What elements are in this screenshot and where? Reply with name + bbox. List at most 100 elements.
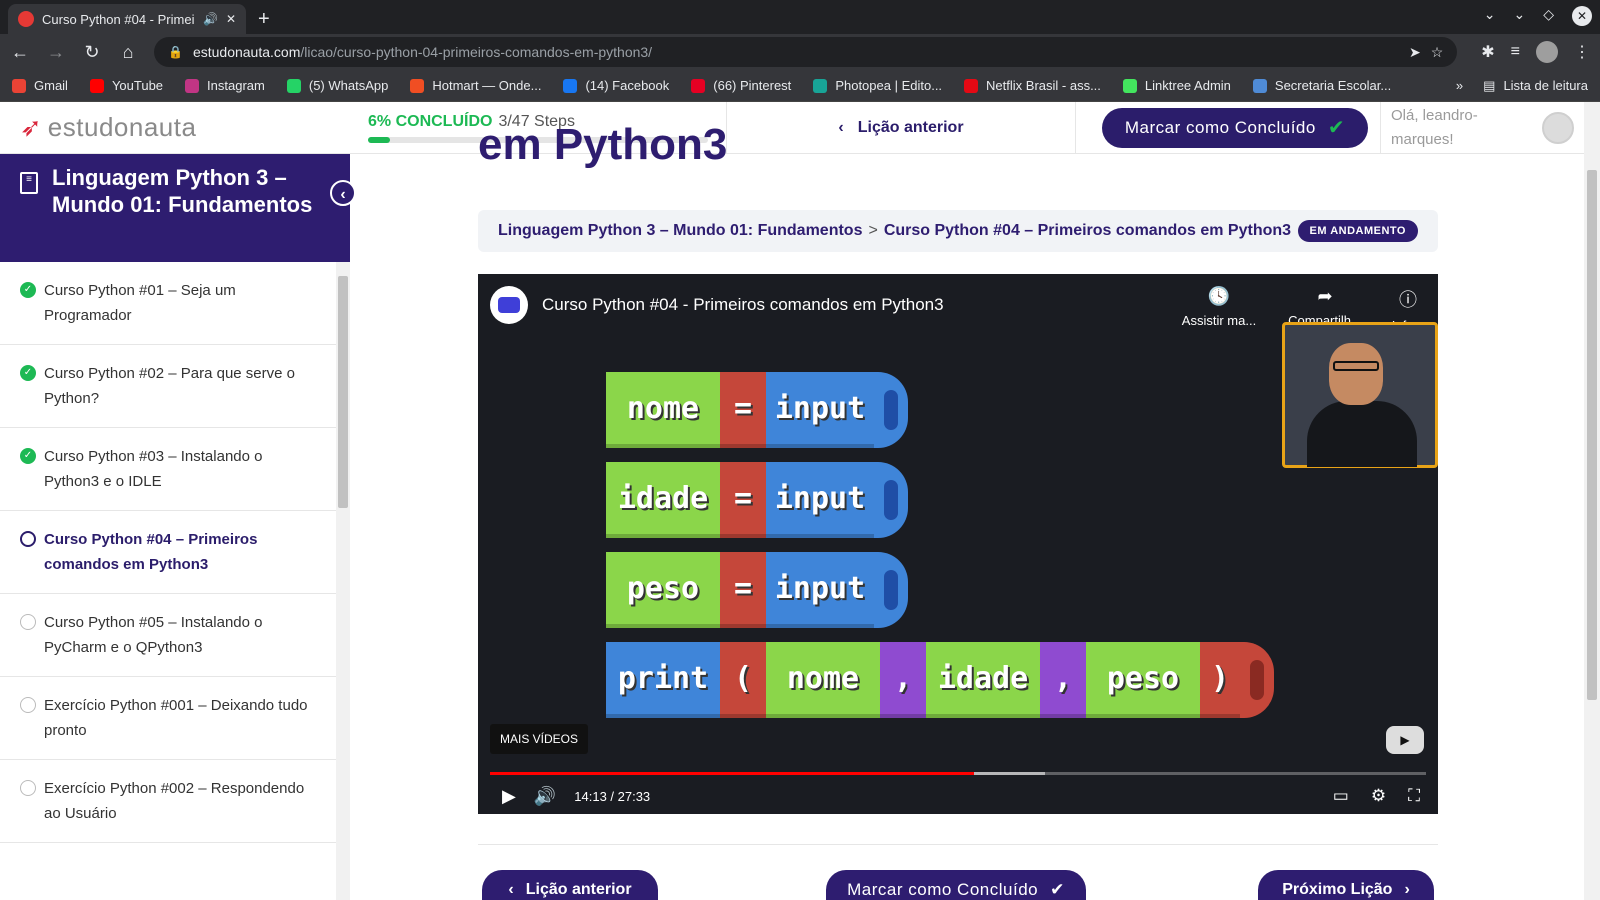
reading-list-button[interactable]: ▤ Lista de leitura (1483, 78, 1588, 94)
bookmark-secretaria[interactable]: Secretaria Escolar... (1252, 78, 1391, 93)
video-progress-bar[interactable] (490, 772, 1426, 775)
whatsapp-icon (286, 78, 301, 93)
divider (478, 844, 1438, 845)
bookmark-gmail[interactable]: Gmail (12, 78, 68, 93)
video-time: 14:13 / 27:33 (574, 788, 651, 804)
page-title: em Python3 (478, 120, 728, 169)
url-domain: estudonauta.com (192, 44, 301, 60)
sidebar-lesson-item[interactable]: Curso Python #05 – Instalando o PyCharm … (0, 594, 336, 677)
browser-chrome: Curso Python #04 - Primeiros comandos em… (0, 0, 1600, 102)
speaker-icon[interactable]: 🔊 (203, 12, 218, 26)
bookmark-hotmart[interactable]: Hotmart — Onde... (410, 78, 541, 93)
bookmark-star-icon[interactable]: ☆ (1431, 44, 1444, 61)
subtitles-icon[interactable]: ▭ (1333, 786, 1349, 806)
bookmark-photopea[interactable]: Photopea | Edito... (813, 78, 942, 93)
lock-icon[interactable]: 🔒 (168, 45, 183, 59)
sidebar-lesson-item[interactable]: Exercício Python #001 – Deixando tudo pr… (0, 677, 336, 760)
close-window-icon[interactable]: ✕ (1572, 6, 1592, 26)
fullscreen-icon[interactable]: ⛶ (1408, 786, 1420, 806)
youtube-logo-icon[interactable]: ▶ (1386, 726, 1424, 754)
block-cap (874, 462, 908, 538)
sidebar-lesson-label: Curso Python #04 – Primeiros comandos em… (44, 531, 258, 573)
site: ➶ estudonauta 6% CONCLUÍDO 3/47 Steps ‹ … (0, 101, 1600, 900)
breadcrumb-lesson-link[interactable]: Curso Python #04 – Primeiros comandos em… (884, 222, 1291, 240)
play-icon[interactable]: ▶ (502, 786, 516, 807)
linktree-icon (1122, 78, 1137, 93)
code-block: ( (720, 642, 766, 718)
url-field[interactable]: 🔒 estudonauta.com/licao/curso-python-04-… (154, 37, 1458, 67)
page-scrollbar[interactable] (1584, 102, 1600, 900)
tab-bar: Curso Python #04 - Primeiros comandos em… (0, 0, 1600, 34)
forward-icon[interactable]: → (46, 42, 66, 63)
breadcrumb: Linguagem Python 3 – Mundo 01: Fundament… (478, 210, 1438, 252)
menu-icon[interactable]: ⋮ (1574, 42, 1590, 62)
user-greeting[interactable]: Olá, leandro-marques! (1380, 101, 1530, 154)
block-cap (874, 552, 908, 628)
bookmark-linktree[interactable]: Linktree Admin (1122, 78, 1231, 93)
extensions-icon[interactable]: ✱ (1481, 42, 1494, 62)
reload-icon[interactable]: ↻ (82, 42, 102, 63)
instagram-icon (185, 78, 200, 93)
sidebar-course-title[interactable]: Linguagem Python 3 – Mundo 01: Fundament… (52, 165, 312, 217)
check-circle-icon: ✓ (20, 365, 36, 381)
code-block-row: idade = input (606, 462, 908, 538)
code-block: idade (606, 462, 720, 538)
bookmark-instagram[interactable]: Instagram (185, 78, 265, 93)
header-mark-complete-button[interactable]: Marcar como Concluído ✔ (1102, 107, 1368, 148)
sidebar-lesson-item[interactable]: Exercício Python #002 – Respondendo ao U… (0, 760, 336, 843)
code-block: , (880, 642, 926, 718)
page-scroll-thumb[interactable] (1587, 170, 1597, 700)
video-title[interactable]: Curso Python #04 - Primeiros comandos em… (542, 295, 944, 315)
video-player[interactable]: Curso Python #04 - Primeiros comandos em… (478, 274, 1438, 814)
code-block: input (766, 552, 874, 628)
sidebar-scroll-thumb[interactable] (338, 276, 348, 508)
code-block: = (720, 462, 766, 538)
tab-search-icon[interactable]: ⌄ (1484, 6, 1496, 26)
site-logo[interactable]: ➶ estudonauta (0, 112, 350, 143)
settings-gear-icon[interactable]: ⚙ (1371, 786, 1386, 806)
bookmark-youtube[interactable]: YouTube (89, 78, 163, 93)
sidebar-lesson-item[interactable]: ✓ Curso Python #02 – Para que serve o Pyt… (0, 345, 336, 428)
sidebar-lesson-item[interactable]: ✓ Curso Python #03 – Instalando o Python3… (0, 428, 336, 511)
user-avatar[interactable] (1542, 111, 1574, 144)
bookmark-pinterest[interactable]: (66) Pinterest (691, 78, 791, 93)
breadcrumb-course-link[interactable]: Linguagem Python 3 – Mundo 01: Fundament… (498, 222, 862, 240)
bottom-prev-lesson-button[interactable]: ‹ Lição anterior (482, 870, 658, 900)
sidebar-scrollbar[interactable] (336, 262, 350, 900)
bookmark-facebook[interactable]: (14) Facebook (563, 78, 669, 93)
back-icon[interactable]: ← (10, 42, 30, 63)
code-block: idade (926, 642, 1040, 718)
more-videos-button[interactable]: MAIS VÍDEOS (490, 724, 589, 754)
code-block: input (766, 462, 874, 538)
url-path: /licao/curso-python-04-primeiros-comando… (300, 44, 653, 60)
profile-avatar[interactable] (1536, 41, 1558, 63)
chevron-right-icon: › (1404, 881, 1410, 898)
bottom-mark-complete-button[interactable]: Marcar como Concluído ✔ (826, 870, 1086, 900)
sidebar-lesson-item[interactable]: ✓ Curso Python #01 – Seja um Programador (0, 262, 336, 345)
send-icon[interactable]: ➤ (1409, 44, 1421, 61)
lesson-navigation: ‹ Lição anterior Marcar como Concluído ✔ P… (478, 870, 1438, 900)
volume-icon[interactable]: 🔊 (534, 786, 556, 807)
header-prev-lesson-button[interactable]: ‹ Lição anterior (726, 101, 1076, 154)
more-bookmarks-button[interactable]: » (1456, 78, 1463, 93)
home-icon[interactable]: ⌂ (118, 42, 138, 63)
bookmark-netflix[interactable]: Netflix Brasil - ass... (964, 78, 1101, 93)
circle-icon (20, 780, 36, 796)
maximize-icon[interactable]: ◇ (1543, 6, 1554, 26)
code-block-row: nome = input (606, 372, 908, 448)
circle-icon (20, 697, 36, 713)
channel-logo-icon[interactable] (490, 286, 528, 324)
block-cap (874, 372, 908, 448)
media-icon[interactable]: ≡ (1511, 43, 1520, 61)
close-tab-icon[interactable]: ✕ (226, 12, 236, 26)
sidebar-lesson-item[interactable]: Curso Python #04 – Primeiros comandos em… (0, 511, 336, 594)
bottom-next-lesson-button[interactable]: Próximo Lição › (1258, 870, 1434, 900)
code-block: peso (606, 552, 720, 628)
watch-later-button[interactable]: 🕓 Assistir ma... (1176, 286, 1262, 333)
minimize-icon[interactable]: ⌄ (1513, 6, 1525, 26)
new-tab-button[interactable]: + (258, 4, 270, 34)
bookmark-whatsapp[interactable]: (5) WhatsApp (286, 78, 388, 93)
gmail-icon (12, 78, 26, 93)
code-block: = (720, 552, 766, 628)
browser-tab[interactable]: Curso Python #04 - Primeiros comandos em… (8, 4, 246, 34)
